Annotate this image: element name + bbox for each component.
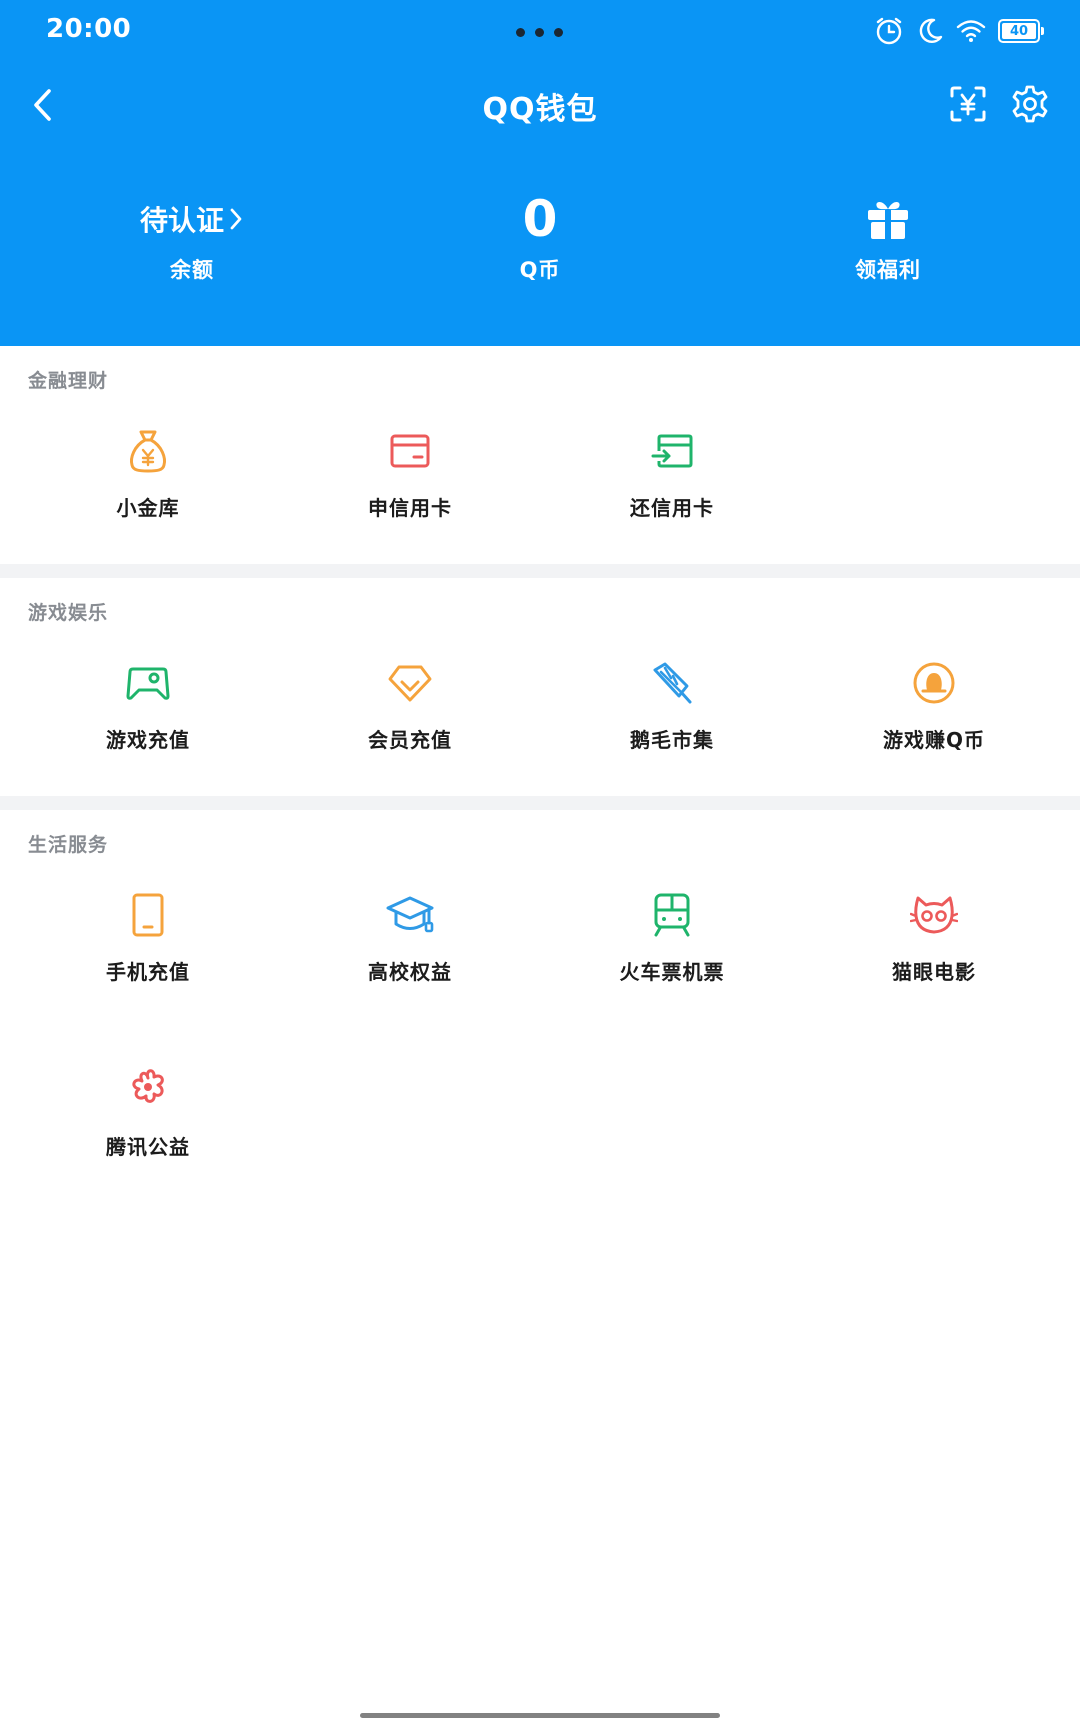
service-mobile-topup[interactable]: 手机充值 — [48, 890, 248, 985]
qq-wallet-page: 20:00 40 QQ钱包 待认证 余额 0 Q币 领福利 金融理财 小金库 申… — [0, 0, 1080, 1724]
service-label: 猫眼电影 — [892, 960, 976, 984]
alarm-icon — [876, 17, 902, 45]
train-icon — [654, 893, 690, 937]
service-label: 还信用卡 — [630, 496, 714, 520]
balance-auth-entry[interactable]: 待认证 余额 — [42, 190, 342, 284]
battery-icon: 40 — [998, 19, 1044, 43]
service-label: 腾讯公益 — [106, 1135, 190, 1159]
flower-icon — [132, 1069, 164, 1103]
gear-icon — [1012, 85, 1048, 123]
battery-level: 40 — [1009, 23, 1029, 39]
section-title-finance: 金融理财 — [28, 370, 109, 392]
credit-card-icon — [390, 434, 430, 468]
section-title-games: 游戏娱乐 — [28, 602, 109, 624]
wallet-header: 20:00 40 QQ钱包 待认证 余额 0 Q币 领福利 — [0, 0, 1080, 400]
services-card: 金融理财 小金库 申信用卡 还信用卡 游戏娱乐 游戏充值 会员充值 鹅毛市集 游… — [0, 346, 1080, 1724]
balance-label: 余额 — [170, 258, 214, 282]
scan-pay-icon — [950, 86, 986, 122]
home-indicator[interactable] — [360, 1713, 720, 1718]
wallet-summary: 待认证 余额 0 Q币 领福利 — [0, 190, 1080, 300]
settings-button[interactable] — [1006, 80, 1054, 128]
welfare-entry[interactable]: 领福利 — [738, 190, 1038, 284]
section-life: 生活服务 手机充值 高校权益 火车票机票 猫眼电影 腾讯公益 — [0, 810, 1080, 1230]
qcoin-label: Q币 — [519, 258, 561, 282]
service-label: 鹅毛市集 — [630, 728, 714, 752]
service-train-flight[interactable]: 火车票机票 — [572, 890, 772, 985]
status-icons: 40 — [874, 16, 1044, 46]
service-tencent-charity[interactable]: 腾讯公益 — [48, 1065, 248, 1160]
qcoin-value: 0 — [522, 190, 558, 248]
service-label: 申信用卡 — [368, 496, 452, 520]
card-repay-icon — [651, 434, 693, 468]
service-label: 手机充值 — [106, 960, 190, 984]
service-label: 游戏充值 — [106, 728, 190, 752]
auth-status: 待认证 — [139, 204, 224, 237]
scan-pay-button[interactable] — [944, 80, 992, 128]
service-repay-credit-card[interactable]: 还信用卡 — [572, 426, 772, 521]
status-time: 20:00 — [46, 14, 132, 44]
moon-icon — [919, 18, 943, 43]
section-divider — [0, 796, 1080, 810]
cat-eye-icon — [910, 896, 958, 934]
more-dots-icon — [516, 28, 563, 37]
money-bag-icon — [130, 430, 166, 473]
service-game-earn-qcoin[interactable]: 游戏赚Q币 — [834, 658, 1034, 753]
chevron-right-icon — [230, 208, 242, 230]
section-games: 游戏娱乐 游戏充值 会员充值 鹅毛市集 游戏赚Q币 — [0, 578, 1080, 796]
service-label: 小金库 — [116, 496, 180, 520]
gamepad-icon — [126, 667, 170, 700]
service-apply-credit-card[interactable]: 申信用卡 — [310, 426, 510, 521]
phone-icon — [132, 893, 164, 937]
nav-bar: QQ钱包 — [0, 70, 1080, 140]
service-maoyan-movie[interactable]: 猫眼电影 — [834, 890, 1034, 985]
section-finance: 金融理财 小金库 申信用卡 还信用卡 — [0, 346, 1080, 564]
section-title-life: 生活服务 — [28, 834, 109, 856]
feather-tag-icon — [653, 662, 692, 704]
gift-icon — [868, 202, 908, 239]
section-divider — [0, 564, 1080, 578]
service-label: 火车票机票 — [619, 960, 725, 984]
service-vip-topup[interactable]: 会员充值 — [310, 658, 510, 753]
welfare-label: 领福利 — [855, 258, 921, 282]
diamond-icon — [388, 665, 432, 702]
page-title: QQ钱包 — [482, 92, 598, 127]
penguin-coin-icon — [913, 662, 955, 704]
service-xiaojinku[interactable]: 小金库 — [48, 426, 248, 521]
service-label: 游戏赚Q币 — [882, 728, 985, 752]
service-goose-market[interactable]: 鹅毛市集 — [572, 658, 772, 753]
service-label: 会员充值 — [368, 728, 452, 752]
wifi-icon — [956, 20, 986, 42]
qcoin-entry[interactable]: 0 Q币 — [390, 190, 690, 284]
service-game-topup[interactable]: 游戏充值 — [48, 658, 248, 753]
service-campus-benefits[interactable]: 高校权益 — [310, 890, 510, 985]
service-label: 高校权益 — [368, 960, 452, 984]
status-bar: 20:00 40 — [0, 0, 1080, 70]
graduation-cap-icon — [386, 896, 434, 933]
